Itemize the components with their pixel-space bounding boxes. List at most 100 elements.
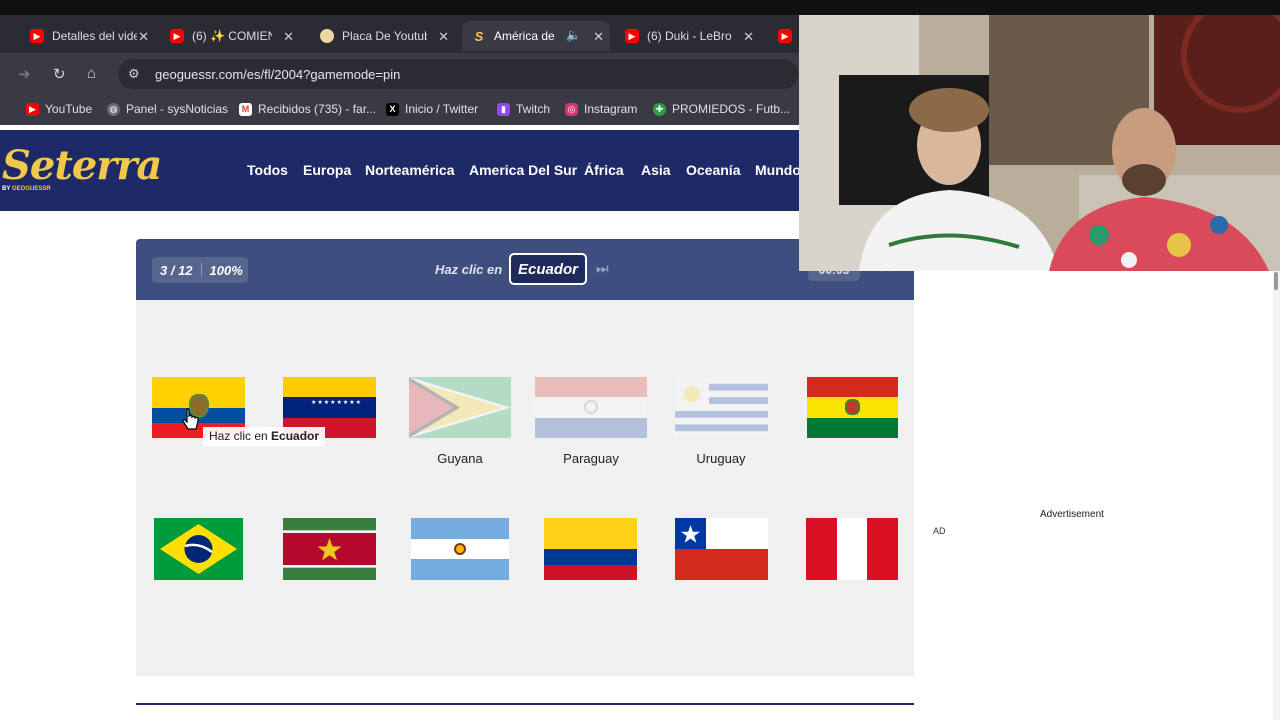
tab-duki-lebron[interactable]: ▶ (6) Duki - LeBron ✕	[615, 21, 760, 51]
bookmarks-bar: ▶ YouTube ◍ Panel - sysNoticias M Recibi…	[0, 95, 800, 125]
twitch-icon: ▮	[497, 102, 510, 116]
flag-label-paraguay: Paraguay	[563, 451, 619, 466]
scrollbar-thumb[interactable]	[1274, 272, 1278, 290]
bookmark-label: Panel - sysNoticias	[126, 102, 229, 116]
logo-byline: BY GEOGUESSR	[2, 186, 51, 192]
webcam-scene	[799, 15, 1280, 271]
tab-overflow[interactable]: ▶	[768, 21, 798, 51]
flag-uruguay[interactable]	[675, 377, 768, 438]
nav-america-del-sur[interactable]: America Del Sur	[469, 162, 577, 178]
bookmark-twitch[interactable]: ▮ Twitch	[497, 102, 550, 116]
seal-icon	[584, 400, 598, 414]
reload-icon[interactable]: ↻	[53, 65, 66, 83]
nav-africa[interactable]: África	[584, 162, 624, 178]
nav-todos[interactable]: Todos	[247, 162, 288, 178]
chile-flag-graphic	[675, 518, 768, 580]
coat-of-arms-icon	[845, 399, 860, 415]
tab-label: Detalles del vide	[52, 29, 137, 43]
suriname-flag-graphic	[283, 518, 376, 580]
close-icon[interactable]: ✕	[138, 29, 149, 45]
site-settings-icon[interactable]: ⚙	[128, 66, 140, 82]
tab-comienza[interactable]: ▶ (6) ✨ COMIENZ ✕	[160, 21, 300, 51]
uruguay-flag-graphic	[675, 377, 768, 438]
skip-icon[interactable]: ⏭	[596, 260, 609, 277]
nav-europa[interactable]: Europa	[303, 162, 351, 178]
flag-label-guyana: Guyana	[437, 451, 483, 466]
nav-norteamerica[interactable]: Norteamérica	[365, 162, 455, 178]
bookmark-label: YouTube	[45, 102, 93, 116]
game-header: 3 / 12 100% Haz clic en Ecuador ⏭ 00:05 …	[136, 239, 914, 300]
forward-icon[interactable]: ➜	[18, 65, 31, 83]
instagram-icon: ◎	[565, 102, 578, 116]
hand-cursor-icon	[182, 408, 199, 430]
progress-count: 3 / 12	[160, 262, 193, 278]
tab-label: (6) Duki - LeBron	[647, 29, 732, 43]
generic-site-icon	[320, 29, 334, 43]
logo-byline-by: BY	[2, 186, 11, 192]
youtube-icon: ▶	[625, 29, 639, 43]
bookmark-instagram[interactable]: ◎ Instagram	[565, 102, 637, 116]
address-toolbar: ➜ ↻ ⌂ ⚙ geoguessr.com/es/fl/2004?gamemod…	[0, 53, 800, 95]
window-top-bar	[0, 0, 1280, 15]
bookmark-label: Recibidos (735) - far...	[258, 102, 377, 116]
bookmark-twitter[interactable]: X Inicio / Twitter	[386, 102, 478, 116]
flag-brazil[interactable]	[154, 518, 243, 580]
ad-tag: AD	[933, 526, 946, 536]
youtube-icon: ▶	[778, 29, 792, 43]
bookmark-youtube[interactable]: ▶ YouTube	[26, 102, 92, 116]
url-bar[interactable]: ⚙ geoguessr.com/es/fl/2004?gamemode=pin	[118, 59, 798, 89]
tab-strip: ▶ Detalles del vide ✕ ▶ (6) ✨ COMIENZ ✕ …	[0, 15, 800, 53]
flag-paraguay[interactable]	[535, 377, 647, 438]
url-text: geoguessr.com/es/fl/2004?gamemode=pin	[155, 67, 401, 82]
flag-peru[interactable]	[806, 518, 898, 580]
flag-suriname[interactable]	[283, 518, 376, 580]
flag-board	[136, 300, 914, 676]
logo-byline-brand: GEOGUESSR	[12, 186, 51, 192]
speaker-icon[interactable]: 🔈	[566, 28, 581, 42]
cursor-tooltip: Haz clic en Ecuador	[203, 427, 326, 446]
guyana-flag-graphic	[409, 377, 511, 438]
panel-bottom-rule	[136, 703, 914, 705]
globe-icon: ◍	[107, 102, 120, 116]
tab-detalles-video[interactable]: ▶ Detalles del vide ✕	[20, 21, 155, 51]
home-icon[interactable]: ⌂	[87, 65, 96, 82]
bookmark-promiedos[interactable]: ✚ PROMIEDOS - Futb...	[653, 102, 790, 116]
tab-placa-youtube[interactable]: Placa De Youtub ✕	[310, 21, 455, 51]
flag-label-uruguay: Uruguay	[696, 451, 746, 466]
page-scrollbar[interactable]	[1273, 271, 1280, 720]
bookmark-sysnoticias[interactable]: ◍ Panel - sysNoticias	[107, 102, 228, 116]
youtube-icon: ▶	[170, 29, 184, 43]
flag-chile[interactable]	[675, 518, 768, 580]
close-icon[interactable]: ✕	[743, 29, 754, 45]
promiedos-icon: ✚	[653, 102, 666, 116]
nav-mundo[interactable]: Mundo	[755, 162, 801, 178]
tooltip-target: Ecuador	[271, 429, 320, 443]
score-percent: 100%	[209, 262, 243, 278]
sun-of-may-icon	[454, 543, 466, 555]
x-icon: X	[386, 102, 399, 116]
nav-oceania[interactable]: Oceanía	[686, 162, 740, 178]
webcam-overlay	[799, 15, 1280, 271]
nav-asia[interactable]: Asia	[641, 162, 671, 178]
stars-arc-icon: ★★★★★★★★	[311, 400, 363, 406]
bookmark-gmail[interactable]: M Recibidos (735) - far...	[239, 102, 376, 116]
tab-america-del-sur[interactable]: S América del 🔈 ✕	[462, 21, 610, 51]
close-icon[interactable]: ✕	[283, 29, 294, 45]
bookmark-label: Twitch	[516, 102, 551, 116]
bookmark-label: PROMIEDOS - Futb...	[672, 102, 791, 116]
close-icon[interactable]: ✕	[593, 29, 604, 45]
youtube-icon: ▶	[26, 102, 39, 116]
brazil-flag-graphic	[154, 518, 243, 580]
bookmark-label: Instagram	[584, 102, 638, 116]
close-icon[interactable]: ✕	[438, 29, 449, 45]
flag-argentina[interactable]	[411, 518, 509, 580]
gmail-icon: M	[239, 102, 252, 116]
seterra-icon: S	[474, 28, 484, 44]
score-indicator: 3 / 12 100%	[152, 257, 248, 283]
seterra-logo[interactable]: Seterra	[2, 142, 162, 189]
advertisement-label: Advertisement	[1040, 509, 1104, 520]
flag-bolivia[interactable]	[807, 377, 898, 438]
score-separator	[200, 263, 202, 277]
flag-guyana[interactable]	[409, 377, 511, 438]
flag-colombia[interactable]	[544, 518, 637, 580]
